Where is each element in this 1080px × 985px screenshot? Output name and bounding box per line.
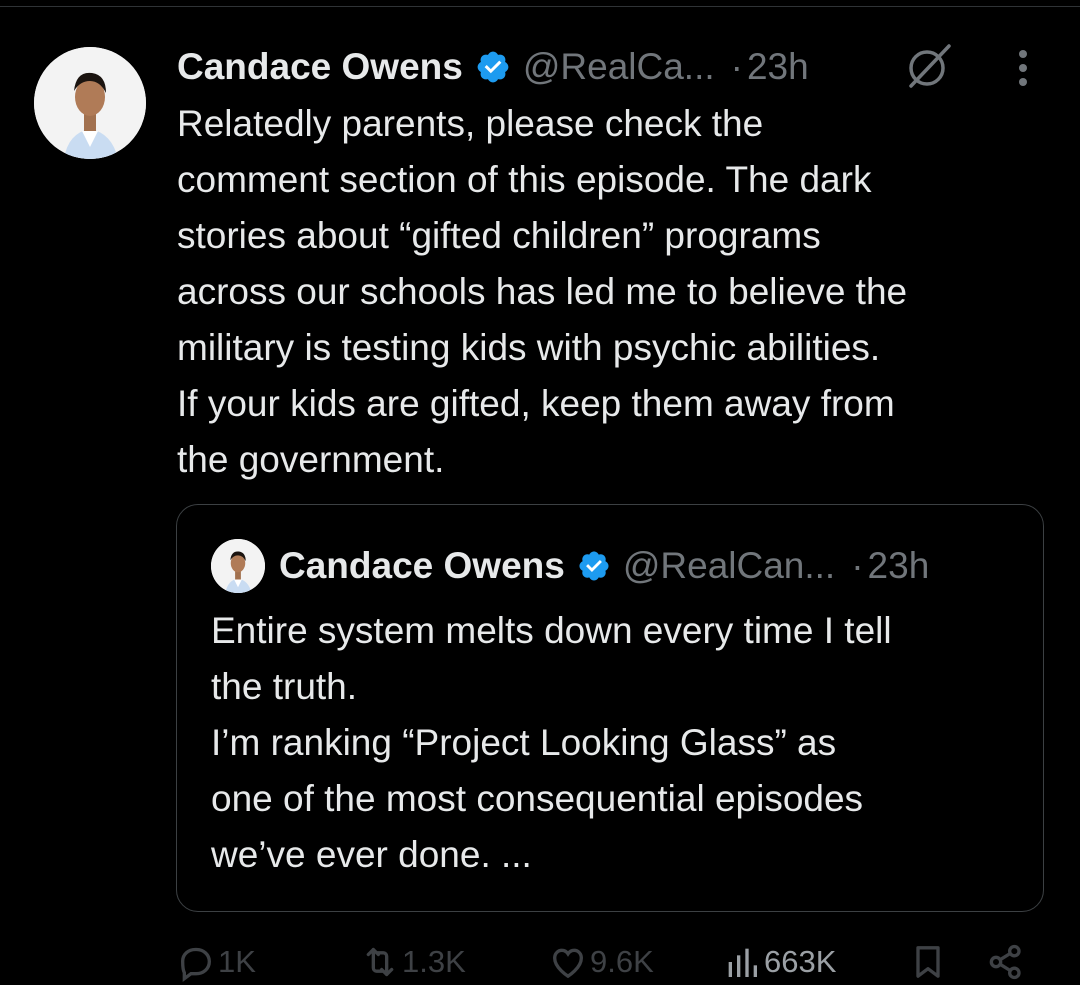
quoted-tweet-timestamp: 23h bbox=[867, 545, 930, 586]
views-button[interactable]: 663K bbox=[722, 942, 836, 982]
quoted-author-display-name: Candace Owens bbox=[279, 545, 565, 586]
reply-count: 1K bbox=[218, 944, 256, 979]
views-chart-icon bbox=[728, 948, 757, 977]
action-bar: 1K 1.3K 9.6K 663K bbox=[0, 940, 1080, 985]
heart-icon bbox=[552, 948, 584, 979]
quoted-text-line: the truth. bbox=[211, 666, 358, 707]
like-count: 9.6K bbox=[590, 944, 654, 979]
share-button[interactable] bbox=[986, 942, 1026, 982]
grok-icon[interactable] bbox=[903, 40, 955, 92]
quoted-tweet-header: Candace Owens @RealCan... · 23h bbox=[211, 539, 929, 593]
reply-button[interactable]: 1K bbox=[176, 942, 256, 982]
tweet-text-line: across our schools has led me to believe… bbox=[177, 271, 908, 312]
verified-badge-icon bbox=[477, 51, 509, 83]
bookmark-button[interactable] bbox=[908, 942, 948, 982]
repost-count: 1.3K bbox=[402, 944, 466, 979]
share-icon bbox=[989, 944, 1021, 980]
top-divider bbox=[0, 6, 1080, 7]
quoted-tweet-text: Entire system melts down every time I te… bbox=[211, 603, 1031, 883]
repost-button[interactable]: 1.3K bbox=[360, 942, 466, 982]
quoted-author-handle: @RealCan... bbox=[622, 545, 836, 586]
tweet-text: Relatedly parents, please check the comm… bbox=[177, 96, 1047, 488]
more-vertical-icon[interactable] bbox=[1005, 46, 1041, 90]
quoted-text-line: we’ve ever done. ... bbox=[211, 834, 532, 875]
reply-icon bbox=[180, 947, 212, 982]
author-display-name[interactable]: Candace Owens bbox=[177, 46, 463, 88]
quoted-text-line: Entire system melts down every time I te… bbox=[211, 610, 892, 651]
tweet-text-line: comment section of this episode. The dar… bbox=[177, 159, 872, 200]
quoted-author-avatar bbox=[211, 539, 265, 593]
quoted-text-line: I’m ranking “Project Looking Glass” as bbox=[211, 722, 837, 763]
quoted-tweet-card[interactable]: Candace Owens @RealCan... · 23h Entire s… bbox=[176, 504, 1044, 912]
quoted-text-line: one of the most consequential episodes bbox=[211, 778, 864, 819]
verified-badge-icon bbox=[579, 551, 609, 581]
tweet-text-line: stories about “gifted children” programs bbox=[177, 215, 821, 256]
author-handle[interactable]: @RealCa... bbox=[523, 46, 715, 88]
separator-dot: · bbox=[730, 46, 743, 87]
tweet-text-line: Relatedly parents, please check the bbox=[177, 103, 764, 144]
tweet-text-line: the government. bbox=[177, 439, 445, 480]
repost-icon bbox=[366, 947, 394, 977]
author-avatar[interactable] bbox=[34, 47, 146, 159]
separator-dot: · bbox=[851, 545, 864, 586]
tweet-text-line: If your kids are gifted, keep them away … bbox=[177, 383, 895, 424]
tweet-timestamp[interactable]: 23h bbox=[747, 46, 809, 88]
views-count: 663K bbox=[764, 944, 837, 979]
bookmark-icon bbox=[916, 946, 940, 978]
tweet-header: Candace Owens @RealCa... · 23h bbox=[177, 40, 809, 94]
like-button[interactable]: 9.6K bbox=[548, 942, 654, 982]
tweet-text-line: military is testing kids with psychic ab… bbox=[177, 327, 881, 368]
